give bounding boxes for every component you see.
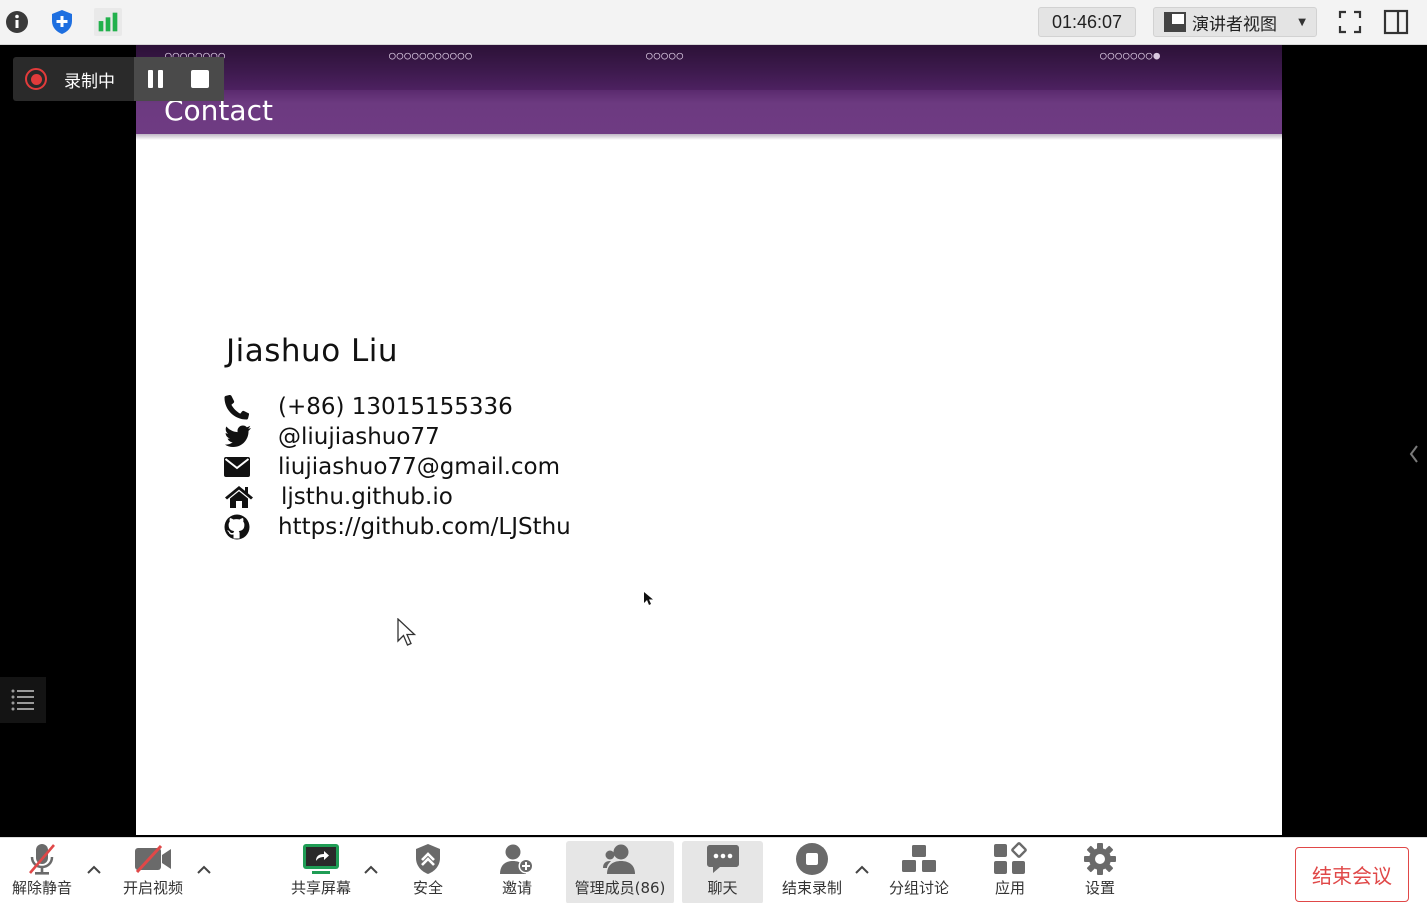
contact-twitter-text: @liujiashuo77 bbox=[278, 424, 440, 450]
apps-button[interactable]: 应用 bbox=[984, 841, 1036, 903]
settings-button[interactable]: 设置 bbox=[1074, 841, 1126, 903]
record-dot-icon bbox=[25, 68, 47, 90]
settings-label: 设置 bbox=[1084, 879, 1115, 897]
contact-phone-row: (+86) 13015155336 bbox=[224, 392, 513, 422]
contact-email-row: liujiashuo77@gmail.com bbox=[224, 452, 560, 482]
chevron-left-icon[interactable] bbox=[1405, 444, 1423, 464]
network-stats-icon[interactable] bbox=[94, 8, 122, 36]
apps-label: 应用 bbox=[994, 879, 1025, 897]
side-panel-icon[interactable] bbox=[1382, 8, 1410, 36]
end-meeting-button[interactable]: 结束会议 bbox=[1295, 847, 1409, 902]
unmute-label: 解除静音 bbox=[11, 879, 72, 897]
stop-recording-icon[interactable] bbox=[191, 70, 209, 92]
presenter-view-dropdown[interactable]: 演讲者视图 ▼ bbox=[1153, 7, 1317, 37]
envelope-icon bbox=[224, 453, 254, 481]
nav-dots-group[interactable]: ○○○○○○○● bbox=[1100, 49, 1161, 62]
invite-label: 邀请 bbox=[501, 879, 532, 897]
participants-icon bbox=[602, 841, 638, 877]
gear-icon bbox=[1083, 841, 1117, 877]
share-screen-label: 共享屏幕 bbox=[290, 879, 351, 897]
breakout-rooms-label: 分组讨论 bbox=[888, 879, 949, 897]
start-video-button[interactable]: 开启视频 bbox=[117, 841, 189, 903]
chat-label: 聊天 bbox=[707, 879, 738, 897]
stop-record-icon bbox=[795, 841, 829, 877]
stop-recording-label: 结束录制 bbox=[781, 879, 842, 897]
stop-recording-button[interactable]: 结束录制 bbox=[776, 841, 848, 903]
video-options-chevron-icon[interactable] bbox=[196, 862, 212, 878]
slide-header-shadow bbox=[136, 134, 1282, 140]
list-menu-icon[interactable] bbox=[0, 677, 46, 723]
contact-homepage-text: ljsthu.github.io bbox=[281, 484, 453, 510]
participants-button[interactable]: 管理成员(86) bbox=[566, 841, 674, 903]
video-off-icon bbox=[134, 841, 172, 877]
contact-github-row: https://github.com/LJSthu bbox=[224, 512, 571, 542]
recording-indicator: 录制中 bbox=[13, 57, 224, 101]
top-bar: 01:46:07 演讲者视图 ▼ bbox=[0, 0, 1427, 45]
participants-label: 管理成员(86) bbox=[574, 879, 666, 897]
contact-twitter-row: @liujiashuo77 bbox=[224, 422, 440, 452]
contact-phone-text: (+86) 13015155336 bbox=[278, 394, 513, 420]
pause-recording-icon[interactable] bbox=[146, 70, 166, 92]
contact-email-text: liujiashuo77@gmail.com bbox=[278, 454, 561, 480]
nav-dots-group[interactable]: ○○○○○ bbox=[646, 49, 684, 62]
fullscreen-icon[interactable] bbox=[1336, 8, 1364, 36]
breakout-rooms-icon bbox=[901, 841, 937, 877]
bottom-toolbar: 解除静音 开启视频 共享屏幕 安全 邀请 管理成员(86) 聊天 结束录制 分组… bbox=[0, 837, 1427, 903]
presenter-view-icon bbox=[1164, 12, 1186, 32]
add-user-icon bbox=[499, 841, 535, 877]
chevron-down-icon: ▼ bbox=[1298, 16, 1306, 28]
share-screen-button[interactable]: 共享屏幕 bbox=[284, 841, 358, 903]
slide-nav-bar: ○○○○○○○○ ○○○○○○○○○○○ ○○○○○ ○○○○○○○● bbox=[136, 45, 1282, 90]
security-label: 安全 bbox=[412, 879, 443, 897]
unmute-button[interactable]: 解除静音 bbox=[6, 841, 78, 903]
chat-button[interactable]: 聊天 bbox=[682, 841, 763, 903]
security-shield-icon bbox=[414, 841, 442, 877]
meeting-window: 01:46:07 演讲者视图 ▼ ○○○○○○○○ ○○○○○○○○○○○ ○○… bbox=[0, 0, 1427, 903]
nav-dots-group[interactable]: ○○○○○○○○○○○ bbox=[389, 49, 473, 62]
microphone-muted-icon bbox=[26, 841, 58, 877]
start-video-label: 开启视频 bbox=[122, 879, 183, 897]
home-icon bbox=[224, 483, 254, 511]
pointer-cursor-icon bbox=[644, 591, 654, 610]
recording-label: 录制中 bbox=[64, 71, 115, 92]
github-icon bbox=[224, 513, 254, 541]
mouse-cursor-icon bbox=[397, 617, 417, 652]
meeting-timer: 01:46:07 bbox=[1038, 7, 1136, 37]
breakout-rooms-button[interactable]: 分组讨论 bbox=[884, 841, 954, 903]
phone-icon bbox=[224, 393, 254, 421]
recording-controls bbox=[134, 57, 224, 101]
share-options-chevron-icon[interactable] bbox=[363, 862, 379, 878]
slide-title-bar bbox=[136, 90, 1282, 134]
presenter-view-label: 演讲者视图 bbox=[1192, 14, 1277, 35]
apps-icon bbox=[993, 841, 1027, 877]
contact-homepage-row: ljsthu.github.io bbox=[224, 482, 453, 512]
shared-slide: ○○○○○○○○ ○○○○○○○○○○○ ○○○○○ ○○○○○○○● Cont… bbox=[136, 45, 1282, 835]
security-button[interactable]: 安全 bbox=[400, 841, 456, 903]
shield-icon[interactable] bbox=[48, 8, 76, 36]
contact-github-text: https://github.com/LJSthu bbox=[278, 514, 571, 540]
audio-options-chevron-icon[interactable] bbox=[86, 862, 102, 878]
twitter-icon bbox=[224, 423, 254, 451]
invite-button[interactable]: 邀请 bbox=[489, 841, 545, 903]
chat-icon bbox=[706, 841, 740, 877]
contact-name: Jiashuo Liu bbox=[226, 333, 399, 369]
recording-options-chevron-icon[interactable] bbox=[854, 862, 870, 878]
share-screen-icon bbox=[302, 841, 340, 877]
info-icon[interactable] bbox=[3, 8, 31, 36]
